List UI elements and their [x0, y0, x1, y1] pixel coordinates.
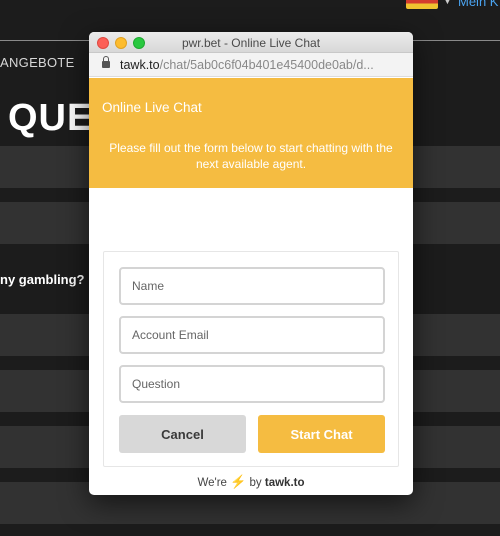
chat-header: Online Live Chat Please fill out the for…	[89, 78, 413, 188]
name-input[interactable]	[119, 267, 385, 305]
start-chat-button[interactable]: Start Chat	[258, 415, 385, 453]
question-input[interactable]	[119, 365, 385, 403]
url-bar[interactable]: tawk.to/chat/5ab0c6f04b401e45400de0ab/d.…	[89, 53, 413, 77]
window-titlebar[interactable]: pwr.bet - Online Live Chat	[89, 32, 413, 53]
tawkto-brand[interactable]: tawk.to	[265, 477, 305, 489]
lock-icon	[102, 56, 110, 68]
germany-flag-icon[interactable]	[406, 0, 438, 9]
lightning-bolt-icon: ⚡	[230, 474, 247, 489]
url-host: tawk.to	[120, 58, 160, 72]
chat-popup-window: pwr.bet - Online Live Chat tawk.to/chat/…	[89, 32, 413, 495]
chevron-down-icon[interactable]: ▼	[443, 0, 452, 6]
email-input[interactable]	[119, 316, 385, 354]
window-title: pwr.bet - Online Live Chat	[181, 36, 321, 50]
footer-prefix: We're	[197, 477, 227, 489]
footer-by: by	[249, 477, 262, 489]
nav-item-angebote[interactable]: ANGEBOTE	[0, 55, 75, 70]
powered-by-footer[interactable]: We're ⚡ by tawk.to	[89, 474, 413, 490]
faq-question-text[interactable]: ny gambling?	[0, 272, 85, 287]
prechat-form: Cancel Start Chat	[103, 251, 399, 467]
language-link[interactable]: Mein K	[458, 0, 498, 9]
chat-title: Online Live Chat	[102, 100, 202, 115]
url-text: tawk.to/chat/5ab0c6f04b401e45400de0ab/d.…	[120, 58, 406, 72]
cancel-button[interactable]: Cancel	[119, 415, 246, 453]
url-path: /chat/5ab0c6f04b401e45400de0ab/d...	[159, 58, 374, 72]
chat-subtitle: Please fill out the form below to start …	[109, 141, 393, 171]
